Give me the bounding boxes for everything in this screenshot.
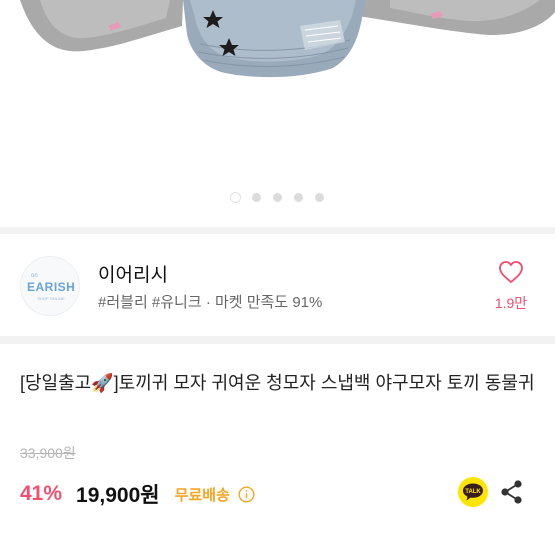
sale-price: 19,900원 <box>76 484 160 507</box>
heart-icon <box>499 261 523 283</box>
pagination-dot[interactable] <box>315 193 324 202</box>
seller-tags: #러블리 #유니크 · 마켓 만족도 91% <box>98 294 323 311</box>
logo-brand-text: EARISH <box>27 280 76 294</box>
gallery-pagination <box>0 193 555 205</box>
share-icon[interactable] <box>498 478 524 506</box>
discount-rate: 41% <box>20 482 63 505</box>
pagination-dot[interactable] <box>273 193 282 202</box>
price-row: 41% 19,900원 무료배송 <box>20 479 255 509</box>
like-count: 1.9만 <box>494 295 528 311</box>
pagination-dot[interactable] <box>294 193 303 202</box>
seller-logo[interactable]: on EARISH SHOP ONLINE <box>20 256 80 316</box>
info-icon[interactable] <box>238 485 255 503</box>
product-title: [당일출고🚀]토끼귀 모자 귀여운 청모자 스냅백 야구모자 토끼 동물귀 <box>20 373 535 393</box>
expand-icon[interactable] <box>503 178 529 204</box>
like-button[interactable]: 1.9만 <box>488 260 534 313</box>
product-image-gallery[interactable] <box>0 0 555 227</box>
kakao-talk-icon[interactable]: TALK <box>458 477 488 507</box>
talk-label: TALK <box>465 489 481 495</box>
logo-tagline: SHOP ONLINE <box>37 296 65 301</box>
pagination-dot-active[interactable] <box>231 193 240 202</box>
seller-card[interactable]: on EARISH SHOP ONLINE 이어리시 #러블리 #유니크 · 마… <box>0 234 555 336</box>
seller-name[interactable]: 이어리시 <box>98 260 168 287</box>
original-price: 33,900원 <box>20 445 76 461</box>
pagination-dot[interactable] <box>252 193 261 202</box>
product-info: [당일출고🚀]토끼귀 모자 귀여운 청모자 스냅백 야구모자 토끼 동물귀 33… <box>0 344 555 555</box>
shipping-badge: 무료배송 <box>174 486 230 504</box>
logo-small-text: on <box>31 273 38 279</box>
